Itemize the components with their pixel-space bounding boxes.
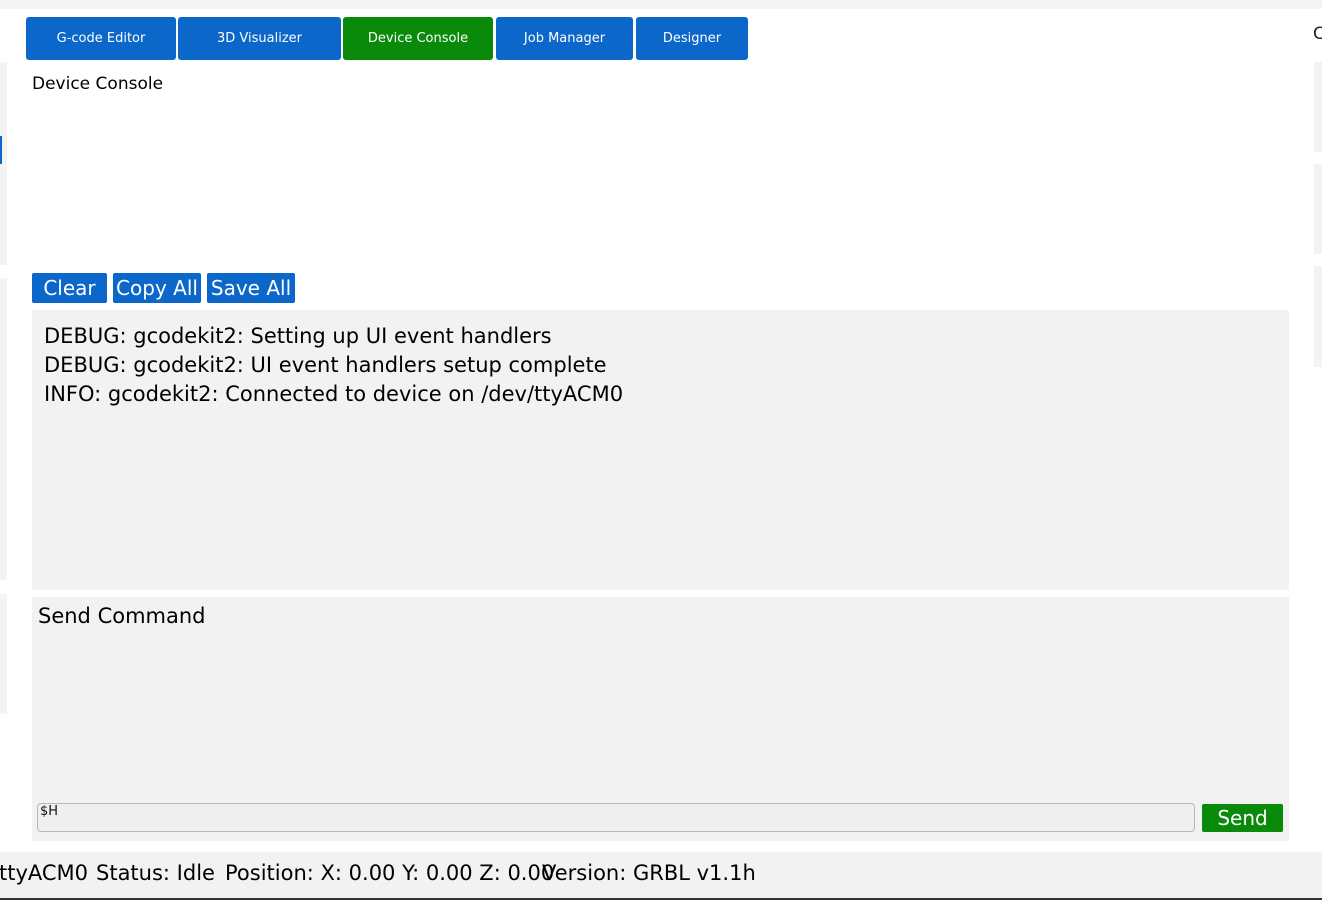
- status-version: Version: GRBL v1.1h: [542, 861, 756, 885]
- console-log[interactable]: DEBUG: gcodekit2: Setting up UI event ha…: [32, 310, 1289, 590]
- clipped-edge-label: C: [1313, 24, 1322, 44]
- log-line: DEBUG: gcodekit2: Setting up UI event ha…: [44, 324, 552, 348]
- log-line: DEBUG: gcodekit2: UI event handlers setu…: [44, 353, 607, 377]
- status-position: Position: X: 0.00 Y: 0.00 Z: 0.00: [225, 861, 555, 885]
- tab-gcode-editor[interactable]: G-code Editor: [26, 17, 176, 60]
- save-all-button[interactable]: Save All: [207, 273, 295, 303]
- send-command-title: Send Command: [38, 604, 206, 628]
- left-side-panel: [0, 278, 7, 580]
- main-tab-bar: G-code Editor 3D Visualizer Device Conso…: [0, 17, 1322, 60]
- clear-button[interactable]: Clear: [32, 273, 107, 303]
- command-input[interactable]: [37, 803, 1195, 832]
- left-side-panel: [0, 594, 7, 714]
- right-side-panel: [1314, 164, 1322, 254]
- log-line: INFO: gcodekit2: Connected to device on …: [44, 382, 624, 406]
- status-port: ttyACM0: [0, 861, 89, 885]
- tab-3d-visualizer[interactable]: 3D Visualizer: [178, 17, 341, 60]
- tab-designer[interactable]: Designer: [636, 17, 748, 60]
- send-command-panel: Send Command Send: [32, 597, 1289, 841]
- send-button[interactable]: Send: [1202, 804, 1283, 832]
- tab-job-manager[interactable]: Job Manager: [496, 17, 633, 60]
- tab-device-console[interactable]: Device Console: [343, 17, 493, 60]
- left-selection-marker: [0, 136, 2, 164]
- right-side-panel: [1314, 266, 1322, 367]
- right-side-panel: [1314, 62, 1322, 152]
- window-top-strip: [0, 0, 1322, 9]
- copy-all-button[interactable]: Copy All: [113, 273, 201, 303]
- status-state: Status: Idle: [96, 861, 215, 885]
- status-bar: ttyACM0 Status: Idle Position: X: 0.00 Y…: [0, 852, 1322, 900]
- page-title: Device Console: [32, 74, 164, 94]
